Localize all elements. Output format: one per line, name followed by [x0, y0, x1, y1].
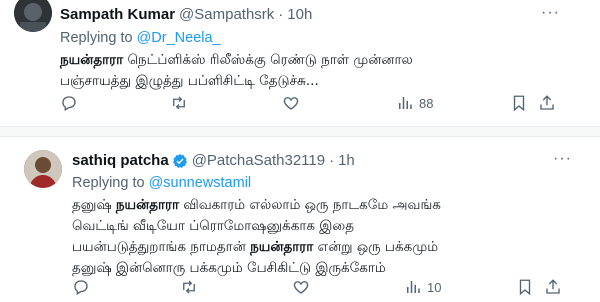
avatar[interactable] [14, 0, 52, 32]
tweet-header: Sampath Kumar @Sampathsrk · 10h [60, 6, 312, 23]
bookmark-button[interactable] [510, 94, 528, 112]
tweet-text-part: என்று ஒரு பக்கமும் [313, 239, 439, 255]
author-name[interactable]: Sampath Kumar [60, 6, 175, 23]
timestamp[interactable]: 1h [338, 152, 355, 169]
reply-mention-link[interactable]: @sunnewstamil [149, 175, 252, 191]
replying-to-line: Replying to @Dr_Neela_ [60, 30, 221, 46]
bookmark-icon [519, 279, 531, 296]
author-handle[interactable]: @PatchaSath32119 [192, 152, 325, 169]
separator-dot: · [278, 6, 284, 23]
verified-badge-icon [172, 153, 187, 168]
retweet-icon [183, 280, 195, 294]
reply-icon [62, 96, 76, 111]
replying-to-line: Replying to @sunnewstamil [72, 175, 251, 191]
more-options-icon[interactable]: ··· [553, 150, 572, 168]
reply-mention-link[interactable]: @Dr_Neela_ [137, 30, 221, 46]
tweet-header: sathiq patcha @PatchaSath32119 · 1h [72, 152, 355, 169]
reply-button[interactable] [72, 278, 90, 296]
action-bar: 10 [0, 278, 600, 302]
views-button[interactable]: 88 [396, 94, 433, 112]
share-icon [546, 279, 560, 294]
like-button[interactable] [282, 94, 300, 112]
tweet-text: நயன்தாரா நெட்ப்ளிக்ஸ் ரிலீஸ்க்கு ரெண்டு … [60, 50, 570, 92]
replying-to-label: Replying to [72, 175, 145, 191]
separator-dot: · [329, 152, 335, 169]
analytics-icon [399, 97, 412, 109]
tweet-text: தனுஷ் நயன்தாரா விவகாரம் எல்லாம் ஒரு நாடக… [72, 195, 572, 279]
reply-button[interactable] [60, 94, 78, 112]
like-button[interactable] [292, 278, 310, 296]
bookmark-button[interactable] [516, 278, 534, 296]
reply-icon [74, 280, 88, 295]
section-gap [0, 127, 600, 136]
author-name[interactable]: sathiq patcha [72, 152, 169, 169]
action-bar: 88 [0, 94, 600, 118]
tweet-text-part: விவகாரம் எல்லாம் ஒரு நாடகமே அவங்க [179, 197, 441, 213]
retweet-icon [173, 96, 185, 110]
tweet-text-part: பயன்படுத்துறாங்க நாமதான் [72, 239, 251, 255]
tweet-text-line: வெட்டிங் வீடியோ ப்ரொமோஷனுக்காக இதை [72, 218, 355, 234]
author-handle[interactable]: @Sampathsrk [179, 6, 274, 23]
tweet-text-bold: நயன்தாரா [250, 239, 314, 255]
share-button[interactable] [538, 94, 556, 112]
views-count: 10 [427, 279, 442, 295]
more-options-icon[interactable]: ··· [541, 4, 560, 22]
retweet-button[interactable] [170, 94, 188, 112]
analytics-icon [407, 281, 420, 293]
tweet-text-bold: நயன்தாரா [60, 52, 124, 68]
views-button[interactable]: 10 [404, 278, 441, 296]
bookmark-icon [513, 95, 525, 112]
tweet-text-bold: நயன்தாரா [115, 197, 180, 213]
tweet-text-line: தனுஷ் இன்னொரு பக்கமும் பேசிகிட்டு இருக்க… [72, 260, 386, 276]
heart-icon [283, 97, 299, 110]
tweet-1[interactable]: Sampath Kumar @Sampathsrk · 10h ··· Repl… [0, 0, 600, 126]
views-count: 88 [419, 95, 434, 111]
avatar[interactable] [24, 150, 62, 188]
retweet-button[interactable] [180, 278, 198, 296]
avatar-image-icon [14, 0, 52, 32]
timestamp[interactable]: 10h [287, 6, 312, 23]
share-icon [540, 95, 554, 110]
avatar-image-icon [24, 150, 62, 188]
replying-to-label: Replying to [60, 30, 133, 46]
tweet-text-part: தனுஷ் [72, 197, 116, 213]
share-button[interactable] [544, 278, 562, 296]
heart-icon [293, 281, 309, 294]
